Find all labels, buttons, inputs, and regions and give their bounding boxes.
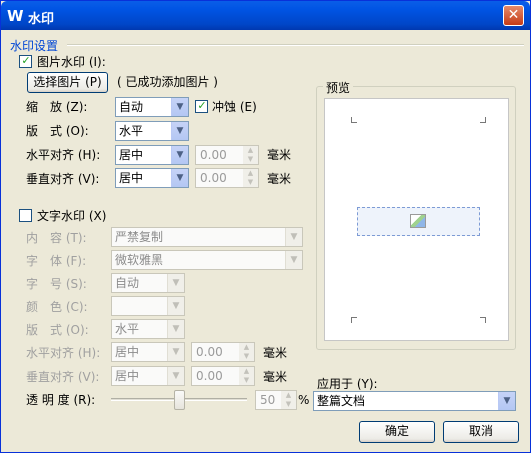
text-watermark-label: 文字水印 (X) <box>37 209 107 223</box>
spin-up-icon: ▲ <box>243 169 258 178</box>
cancel-button[interactable]: 取消 <box>443 421 519 443</box>
opacity-unit: % <box>298 393 310 407</box>
text-valign-unit: 毫米 <box>263 370 288 384</box>
spin-down-icon: ▼ <box>243 178 258 187</box>
content-label: 内 容 (T): <box>26 231 87 245</box>
scale-select[interactable]: 自动 ▼ <box>115 97 189 117</box>
chevron-down-icon: ▼ <box>167 367 184 385</box>
opacity-spinner[interactable]: 50 ▲ ▼ <box>255 390 297 410</box>
spin-down-icon: ▼ <box>239 352 254 361</box>
margin-corner-mark <box>351 117 357 123</box>
watermark-preview <box>357 207 480 236</box>
text-layout-label: 版 式 (O): <box>26 323 89 337</box>
picture-halign-label: 水平对齐 (H): <box>26 148 101 162</box>
spin-down-icon: ▼ <box>281 400 296 409</box>
opacity-slider-thumb[interactable] <box>174 390 185 410</box>
checkmark-icon: ✓ <box>21 54 31 67</box>
margin-corner-mark <box>351 317 357 323</box>
color-label: 颜 色 (C): <box>26 300 88 314</box>
ok-button[interactable]: 确定 <box>359 421 435 443</box>
preview-page <box>324 98 509 341</box>
checkmark-icon: ✓ <box>197 99 207 112</box>
chevron-down-icon: ▼ <box>167 343 184 361</box>
margin-corner-mark <box>480 317 486 323</box>
apply-to-select[interactable]: 整篇文档 ▼ <box>313 391 516 411</box>
chevron-down-icon: ▼ <box>498 392 515 410</box>
close-button[interactable]: ✕ <box>503 5 524 26</box>
watermark-dialog: W 水印 ✕ 水印设置 ✓ 图片水印 (I): 选择图片 (P) ( 已成功添加… <box>0 0 531 453</box>
text-halign-label: 水平对齐 (H): <box>26 346 101 360</box>
washout-checkbox[interactable]: ✓ <box>195 99 208 113</box>
color-select[interactable]: ▼ <box>111 296 185 316</box>
font-select[interactable]: 微软雅黑 ▼ <box>111 250 303 270</box>
chevron-down-icon: ▼ <box>167 274 184 292</box>
text-halign-select[interactable]: 居中 ▼ <box>111 342 185 362</box>
picture-halign-select[interactable]: 居中 ▼ <box>115 145 189 165</box>
picture-status-text: ( 已成功添加图片 ) <box>117 75 218 89</box>
picture-valign-unit: 毫米 <box>267 172 292 186</box>
text-valign-offset-spinner[interactable]: 0.00 ▲ ▼ <box>191 366 255 386</box>
size-label: 字 号 (S): <box>26 277 87 291</box>
choose-picture-button[interactable]: 选择图片 (P) <box>27 72 108 93</box>
spin-up-icon: ▲ <box>239 367 254 376</box>
section-title: 水印设置 <box>10 39 59 53</box>
picture-layout-select[interactable]: 水平 ▼ <box>115 121 189 141</box>
text-halign-unit: 毫米 <box>263 346 288 360</box>
chevron-down-icon: ▼ <box>171 122 188 140</box>
picture-valign-select[interactable]: 居中 ▼ <box>115 168 189 188</box>
text-valign-select[interactable]: 居中 ▼ <box>111 366 185 386</box>
font-label: 字 体 (F): <box>26 254 87 268</box>
scale-label: 缩 放 (Z): <box>26 100 88 114</box>
picture-valign-offset-spinner[interactable]: 0.00 ▲ ▼ <box>195 168 259 188</box>
size-select[interactable]: 自动 ▼ <box>111 273 185 293</box>
text-layout-select[interactable]: 水平 ▼ <box>111 319 185 339</box>
wps-writer-icon: W <box>7 7 24 25</box>
washout-label: 冲蚀 (E) <box>212 100 257 114</box>
text-valign-label: 垂直对齐 (V): <box>26 370 100 384</box>
content-combo[interactable]: 严禁复制 ▼ <box>111 227 303 247</box>
title-bar[interactable]: W 水印 ✕ <box>1 1 530 30</box>
chevron-down-icon: ▼ <box>167 297 184 315</box>
chevron-down-icon: ▼ <box>167 320 184 338</box>
chevron-down-icon: ▼ <box>171 146 188 164</box>
chevron-down-icon: ▼ <box>171 169 188 187</box>
text-watermark-checkbox[interactable] <box>19 209 32 222</box>
picture-watermark-checkbox[interactable]: ✓ <box>19 54 32 68</box>
chevron-down-icon: ▼ <box>171 98 188 116</box>
picture-halign-unit: 毫米 <box>267 148 292 162</box>
spin-up-icon: ▲ <box>243 146 258 155</box>
spin-down-icon: ▼ <box>239 376 254 385</box>
spin-up-icon: ▲ <box>239 343 254 352</box>
window-title: 水印 <box>28 12 55 27</box>
text-halign-offset-spinner[interactable]: 0.00 ▲ ▼ <box>191 342 255 362</box>
picture-watermark-label: 图片水印 (I): <box>37 55 106 69</box>
image-icon <box>410 214 426 228</box>
picture-halign-offset-spinner[interactable]: 0.00 ▲ ▼ <box>195 145 259 165</box>
section-divider <box>67 44 524 46</box>
picture-layout-label: 版 式 (O): <box>26 124 89 138</box>
preview-title: 预览 <box>323 79 354 96</box>
chevron-down-icon: ▼ <box>285 251 302 269</box>
spin-down-icon: ▼ <box>243 155 258 164</box>
opacity-label: 透 明 度 (R): <box>26 393 96 407</box>
chevron-down-icon: ▼ <box>285 228 302 246</box>
spin-up-icon: ▲ <box>281 391 296 400</box>
apply-to-label: 应用于 (Y): <box>317 377 378 391</box>
margin-corner-mark <box>480 117 486 123</box>
picture-valign-label: 垂直对齐 (V): <box>26 172 100 186</box>
